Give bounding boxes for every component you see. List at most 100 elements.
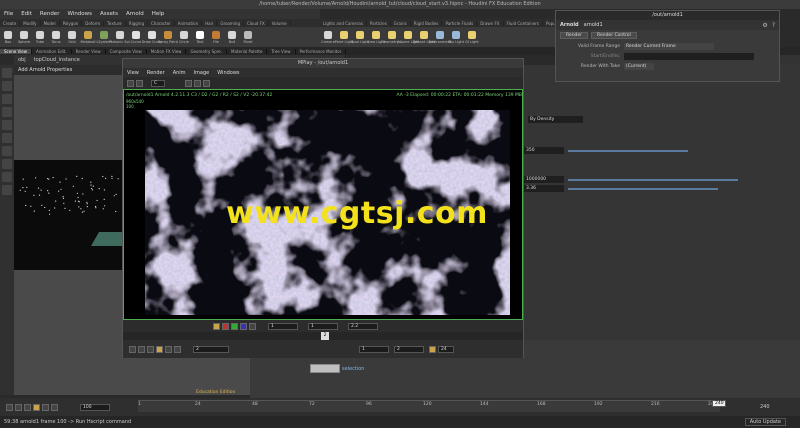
timeline-track[interactable]: 124487296120144168192216240 <box>138 400 720 412</box>
tool-spray-paint[interactable]: Spray Paint <box>158 27 178 47</box>
mplay-menu-windows[interactable]: Windows <box>217 70 239 76</box>
shelf-tab-lights-and-cameras[interactable]: Lights and Cameras <box>320 20 367 26</box>
green-channel-icon[interactable] <box>231 322 238 330</box>
tool-platonic-sol[interactable]: Platonic Sol. <box>109 27 131 47</box>
param-field-3[interactable]: 3.36 <box>524 185 564 192</box>
tab-motion-fx-view[interactable]: Motion FX View <box>147 48 187 54</box>
tool-file[interactable]: File <box>208 27 224 47</box>
scale-tool-icon[interactable] <box>2 107 12 117</box>
auto-update-button[interactable]: Auto Update <box>744 418 786 426</box>
tool-draw-curve[interactable]: Draw Curve <box>142 27 162 47</box>
layers-icon[interactable] <box>136 79 143 87</box>
tool-distant-light[interactable]: Distant Light <box>413 27 435 47</box>
range-start-field[interactable]: 1 <box>359 345 389 353</box>
shelf-tab-model[interactable]: Model <box>41 20 60 26</box>
realtime-icon[interactable] <box>429 345 436 353</box>
tab-geometry-spre[interactable]: Geometry Spre. <box>186 48 228 54</box>
param-slider-2[interactable] <box>568 178 738 181</box>
tab-tree-view[interactable]: Tree View <box>267 48 296 54</box>
blue-channel-icon[interactable] <box>240 322 247 330</box>
shelf-tab-polygon[interactable]: Polygon <box>60 20 83 26</box>
menu-render[interactable]: Render <box>40 11 60 17</box>
tool-geometry-l[interactable]: Geometry L. <box>381 27 403 47</box>
selection-node[interactable] <box>310 364 340 373</box>
tl-step-back-icon[interactable] <box>15 403 22 411</box>
pose-tool-icon[interactable] <box>2 133 12 143</box>
tab-animation-edit[interactable]: Animation Edit. <box>32 48 72 54</box>
tool-circle[interactable]: Circle <box>176 27 192 47</box>
param-field-2[interactable]: 1000000 <box>524 176 564 183</box>
menu-edit[interactable]: Edit <box>21 11 32 17</box>
render-region-icon[interactable] <box>2 185 12 195</box>
tool-metaball[interactable]: Metaball <box>80 27 96 47</box>
rotate-tool-icon[interactable] <box>2 94 12 104</box>
shelf-tab-fluid-containers[interactable]: Fluid Containers <box>504 20 544 26</box>
tool-tube[interactable]: Tube <box>32 27 48 47</box>
render-with-take-select[interactable]: (Current) <box>624 62 654 70</box>
fit-icon[interactable] <box>194 79 201 87</box>
tl-play-icon[interactable] <box>33 403 40 411</box>
channel-select[interactable]: C <box>151 79 165 87</box>
tool-environment[interactable]: Environment <box>429 27 451 47</box>
tool-point-light[interactable]: Point Light <box>335 27 353 47</box>
menu-assets[interactable]: Assets <box>100 11 118 17</box>
menu-help[interactable]: Help <box>152 11 165 17</box>
lut-icon[interactable] <box>203 79 210 87</box>
shelf-tab-create[interactable]: Create <box>0 20 21 26</box>
tool-grid[interactable]: Grid <box>64 27 80 47</box>
start-end-inc-field[interactable] <box>624 52 754 60</box>
render-button[interactable]: Render <box>560 32 589 39</box>
tool-area-light[interactable]: Area Light <box>367 27 385 47</box>
alpha-channel-icon[interactable] <box>249 322 256 330</box>
shelf-tab-texture[interactable]: Texture <box>104 20 126 26</box>
help-icon[interactable]: ? <box>772 22 775 29</box>
tab-composite-view[interactable]: Composite View <box>106 48 147 54</box>
step-forward-icon[interactable] <box>165 345 172 353</box>
mplay-timebar[interactable]: 2 <box>123 332 523 340</box>
fps-field[interactable]: 24 <box>438 345 454 353</box>
magnet-tool-icon[interactable] <box>2 159 12 169</box>
tl-current-frame[interactable]: 100 <box>80 403 110 411</box>
viewport-path[interactable]: obj <box>18 57 26 63</box>
mplay-menu-view[interactable]: View <box>127 70 139 76</box>
tl-last-frame-icon[interactable] <box>51 403 58 411</box>
tool-spot-light[interactable]: Spot Light <box>351 27 369 47</box>
shelf-tab-rigid-bodies[interactable]: Rigid Bodies <box>411 20 443 26</box>
tool-box[interactable]: Box <box>0 27 16 47</box>
shelf-tab-animation[interactable]: Animation <box>175 20 203 26</box>
tl-step-forward-icon[interactable] <box>42 403 49 411</box>
shelf-tab-volume[interactable]: Volume <box>269 20 291 26</box>
snap-tool-icon[interactable] <box>2 172 12 182</box>
shelf-tab-cloud-fx[interactable]: Cloud FX <box>244 20 269 26</box>
shelf-tab-deform[interactable]: Deform <box>82 20 105 26</box>
shelf-tab-particle-fluids[interactable]: Particle Fluids <box>442 20 478 26</box>
shelf-tab-drawn-fx[interactable]: Drawn FX <box>477 20 504 26</box>
step-back-icon[interactable] <box>138 345 145 353</box>
move-tool-icon[interactable] <box>2 81 12 91</box>
tool-rivet[interactable]: Rivet <box>240 27 256 47</box>
mplay-menu-render[interactable]: Render <box>147 70 165 76</box>
tl-first-frame-icon[interactable] <box>6 403 13 411</box>
shelf-tab-character[interactable]: Character <box>148 20 175 26</box>
current-frame-field[interactable]: 2 <box>193 345 229 353</box>
mplay-menu-image[interactable]: Image <box>194 70 210 76</box>
tool-camera[interactable]: Camera <box>320 27 336 47</box>
frame-marker[interactable]: 2 <box>321 332 329 340</box>
tab-render-view[interactable]: Render View <box>72 48 106 54</box>
select-tool-icon[interactable] <box>2 68 12 78</box>
view-tool-icon[interactable] <box>2 146 12 156</box>
tool-sky-light[interactable]: Sky Light <box>448 27 464 47</box>
range-end-field[interactable]: 2 <box>394 345 424 353</box>
zoom-icon[interactable] <box>185 79 192 87</box>
tab-performance-monitor[interactable]: Performance Monitor <box>296 48 347 54</box>
stop-icon[interactable] <box>147 345 154 353</box>
param-slider-1[interactable] <box>568 149 688 152</box>
valid-frame-range-select[interactable]: Render Current Frame <box>624 42 714 50</box>
gear-icon[interactable]: ⚙ <box>762 22 767 29</box>
tool-torus[interactable]: Torus <box>48 27 64 47</box>
gamma-field[interactable]: 2.2 <box>348 322 378 330</box>
shelf-tab-grains[interactable]: Grains <box>391 20 411 26</box>
menu-file[interactable]: File <box>4 11 13 17</box>
frame-end-field[interactable]: 1 <box>308 322 338 330</box>
arnold-node-name[interactable]: arnold1 <box>584 22 603 28</box>
